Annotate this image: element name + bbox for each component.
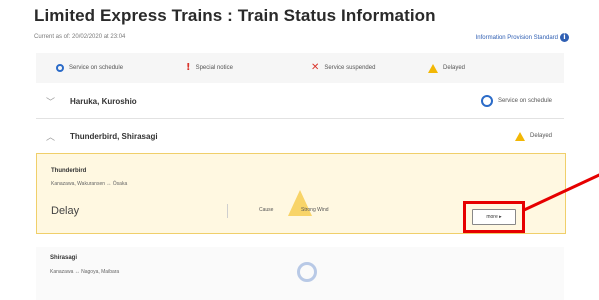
x-icon: ✕: [311, 62, 320, 73]
line-row-haruka-kuroshio[interactable]: ﹀ Haruka, Kuroshio Service on schedule: [36, 84, 564, 119]
train-route: Kanazawa, Wakuransen ↔ Ōsaka: [51, 181, 128, 187]
chevron-down-icon[interactable]: ﹀: [46, 95, 55, 108]
page-title: Limited Express Trains : Train Status In…: [34, 6, 436, 25]
current-timestamp: Current as of: 20/02/2020 at 23:04: [34, 34, 126, 40]
train-status-page: Limited Express Trains : Train Status In…: [0, 0, 599, 300]
cause-label: Cause: [259, 207, 274, 213]
line-name[interactable]: Haruka, Kuroshio: [70, 97, 137, 106]
line-name[interactable]: Thunderbird, Shirasagi: [70, 132, 158, 141]
line-status: Service on schedule: [480, 95, 552, 107]
line-status: Delayed: [514, 131, 552, 141]
legend-label: Service suspended: [324, 65, 376, 71]
line-row-thunderbird-shirasagi[interactable]: ︿ Thunderbird, Shirasagi Delayed: [36, 119, 564, 154]
train-route: Kanazawa ↔ Nagoya, Maibara: [50, 269, 120, 275]
information-standard-label[interactable]: Information Provision Standard: [476, 35, 558, 41]
circle-icon: [480, 95, 493, 107]
line-status-label: Delayed: [529, 133, 552, 139]
information-standard-link[interactable]: Information Provision Standard i: [476, 33, 569, 42]
train-name: Thunderbird: [51, 168, 87, 174]
legend-item-special-notice: ! Special notice: [186, 63, 233, 73]
legend-item-suspended: ✕ Service suspended: [311, 63, 375, 73]
train-status: Delay: [51, 205, 80, 217]
train-name: Shirasagi: [50, 255, 78, 261]
chevron-up-icon[interactable]: ︿: [46, 130, 55, 143]
triangle-icon: [514, 131, 525, 141]
cause-value: Strong Wind: [301, 207, 329, 213]
line-status-label: Service on schedule: [497, 98, 552, 104]
legend-label: Delayed: [443, 65, 466, 71]
legend-item-delayed: Delayed: [428, 63, 466, 73]
info-icon[interactable]: i: [560, 33, 569, 42]
legend-item-on-schedule: Service on schedule: [56, 64, 123, 72]
more-button[interactable]: more ▸: [472, 209, 516, 225]
circle-icon: [56, 64, 64, 72]
legend-label: Service on schedule: [69, 65, 124, 71]
status-legend: Service on schedule ! Special notice ✕ S…: [36, 53, 564, 83]
divider: [227, 204, 228, 218]
triangle-icon: [428, 63, 438, 73]
loading-spinner-icon: [297, 262, 317, 282]
legend-label: Special notice: [195, 65, 233, 71]
exclamation-icon: !: [186, 62, 191, 73]
